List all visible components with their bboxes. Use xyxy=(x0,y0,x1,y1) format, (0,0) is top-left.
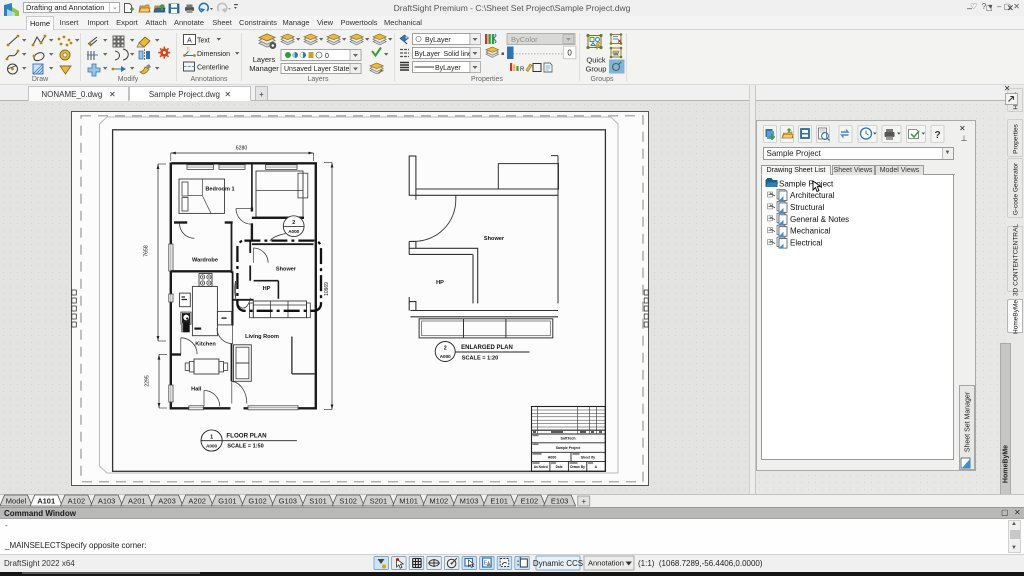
svg-text:FLOOR PLAN: FLOOR PLAN xyxy=(226,432,267,439)
svg-text:G102: G102 xyxy=(248,497,266,506)
svg-text:As Noted: As Noted xyxy=(534,465,548,469)
svg-text:5: 5 xyxy=(187,48,191,54)
svg-text:2: 2 xyxy=(444,345,447,351)
svg-text:ByLayer: ByLayer xyxy=(415,51,441,58)
svg-text:R: R xyxy=(520,67,525,73)
svg-text:S101: S101 xyxy=(309,497,327,506)
svg-text:ByColor: ByColor xyxy=(511,35,538,44)
svg-text:A101: A101 xyxy=(37,497,55,506)
svg-text:Centerline: Centerline xyxy=(197,65,229,72)
svg-text:E101: E101 xyxy=(490,497,508,506)
svg-text:Shower: Shower xyxy=(484,236,505,242)
svg-text:Sample Project: Sample Project xyxy=(779,180,834,189)
svg-text:SCALE = 1:20: SCALE = 1:20 xyxy=(462,356,499,362)
svg-text:2: 2 xyxy=(292,220,295,226)
svg-text:Structural: Structural xyxy=(790,203,824,212)
svg-text:A203: A203 xyxy=(158,497,176,506)
svg-text:General & Notes: General & Notes xyxy=(790,215,849,224)
svg-text:A000: A000 xyxy=(548,455,557,459)
svg-text:A103: A103 xyxy=(98,497,116,506)
svg-text:A000: A000 xyxy=(206,443,217,448)
svg-text:ENLARGED PLAN: ENLARGED PLAN xyxy=(461,345,513,351)
svg-text:Hall: Hall xyxy=(191,387,202,393)
svg-text:Living Room: Living Room xyxy=(245,334,279,340)
svg-text:+: + xyxy=(581,497,586,506)
svg-text:Group: Group xyxy=(586,65,607,74)
svg-text:Dimension: Dimension xyxy=(197,51,230,58)
svg-text:Date: Date xyxy=(556,465,563,469)
svg-text:1: 1 xyxy=(210,434,213,440)
svg-text:A201: A201 xyxy=(128,497,146,506)
svg-text:Layers: Layers xyxy=(253,55,276,64)
svg-text:Unsaved Layer State: Unsaved Layer State xyxy=(284,66,349,73)
svg-text:6280: 6280 xyxy=(236,146,248,152)
svg-text:A102: A102 xyxy=(68,497,86,506)
svg-text:E103: E103 xyxy=(551,497,569,506)
svg-text:Model: Model xyxy=(6,497,27,506)
svg-text:HP: HP xyxy=(436,280,444,286)
svg-text:E102: E102 xyxy=(521,497,539,506)
svg-text:A: A xyxy=(187,38,192,45)
svg-text:Bedroom 1: Bedroom 1 xyxy=(205,187,234,193)
svg-text:Annotation: Annotation xyxy=(588,559,624,568)
svg-text:Wardrobe: Wardrobe xyxy=(192,258,218,264)
svg-text:M101: M101 xyxy=(399,497,418,506)
svg-text:G103: G103 xyxy=(279,497,297,506)
svg-text:10969: 10969 xyxy=(324,282,330,296)
svg-text:Sheet Ify: Sheet Ify xyxy=(581,455,595,459)
svg-text:Kitchen: Kitchen xyxy=(195,342,216,348)
svg-text:2295: 2295 xyxy=(145,375,151,387)
svg-text:Drawn By: Drawn By xyxy=(570,465,585,469)
svg-text:Quick: Quick xyxy=(586,56,605,65)
svg-text:Electrical: Electrical xyxy=(790,239,823,248)
svg-text:G101: G101 xyxy=(218,497,236,506)
svg-text:A000: A000 xyxy=(288,229,299,234)
svg-text:?: ? xyxy=(934,130,940,141)
svg-text:ByLayer: ByLayer xyxy=(425,37,451,44)
svg-text:0: 0 xyxy=(567,49,572,58)
svg-text:Text: Text xyxy=(197,38,210,45)
svg-text:A202: A202 xyxy=(188,497,206,506)
svg-text:S102: S102 xyxy=(339,497,357,506)
svg-text:(1:1) (1068.7289,-56.4406,0.0: (1:1) (1068.7289,-56.4406,0.0000) xyxy=(638,559,763,568)
svg-text:Shower: Shower xyxy=(276,267,297,273)
svg-text:7658: 7658 xyxy=(144,245,150,257)
svg-text:Architectural: Architectural xyxy=(790,191,835,200)
svg-text:ByLayer: ByLayer xyxy=(435,65,461,72)
svg-text:Dynamic CCS: Dynamic CCS xyxy=(533,559,583,568)
svg-text:Manager: Manager xyxy=(249,64,279,73)
svg-text:Solid line: Solid line xyxy=(444,51,473,58)
svg-text:SCALE = 1:50: SCALE = 1:50 xyxy=(227,444,264,450)
svg-text:HP: HP xyxy=(263,286,271,292)
svg-text:SoftTech: SoftTech xyxy=(560,436,575,440)
svg-text:M103: M103 xyxy=(460,497,479,506)
svg-text:A000: A000 xyxy=(440,354,451,359)
svg-text:S201: S201 xyxy=(370,497,388,506)
svg-text:M102: M102 xyxy=(429,497,448,506)
svg-text:Mechanical: Mechanical xyxy=(790,227,831,236)
svg-text:0: 0 xyxy=(325,53,329,60)
svg-text:Sample Project: Sample Project xyxy=(556,446,581,450)
